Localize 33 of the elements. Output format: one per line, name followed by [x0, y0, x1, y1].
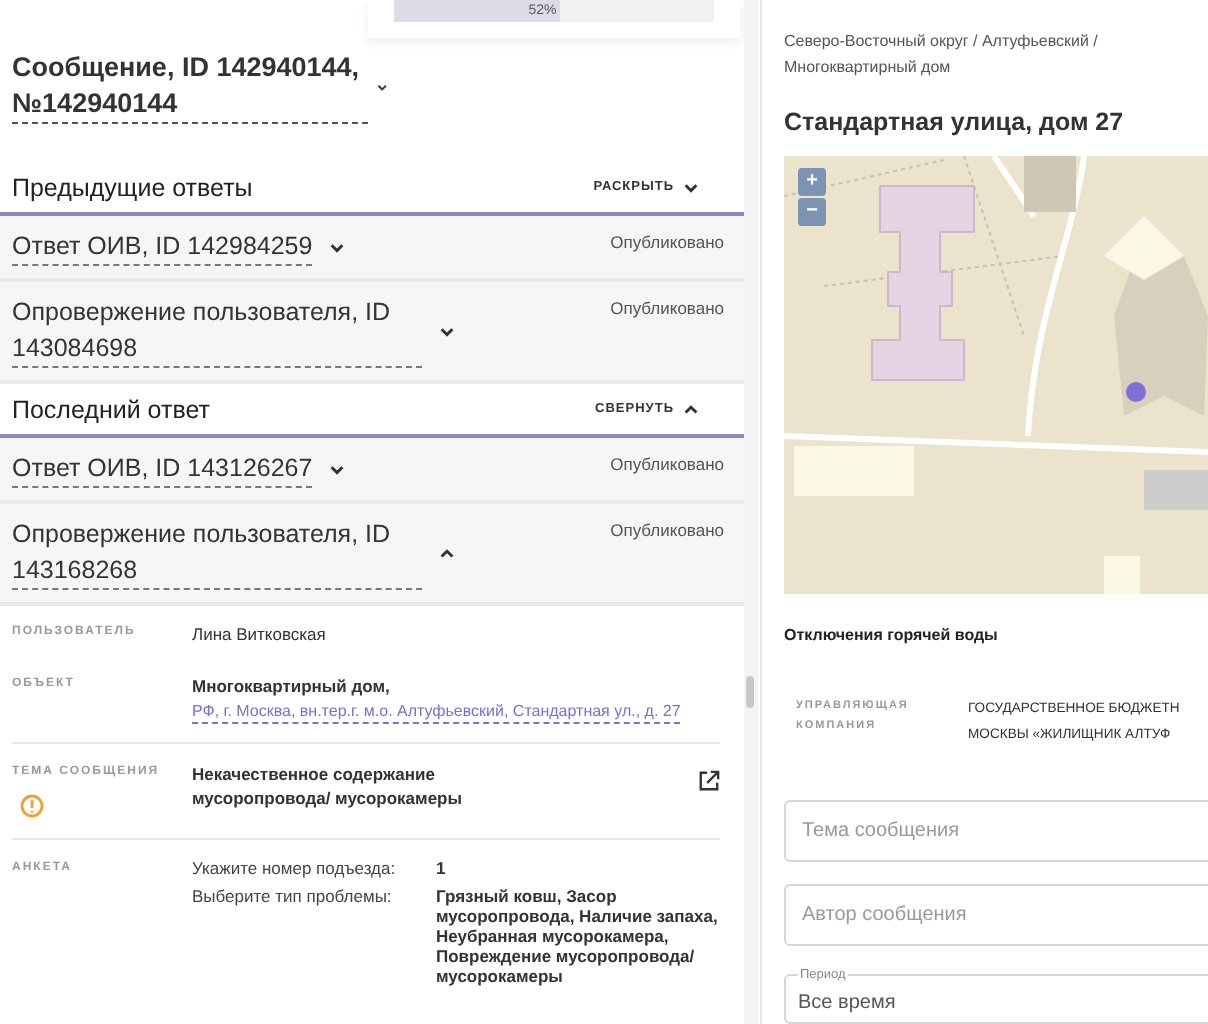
section-title: Предыдущие ответы — [12, 173, 253, 201]
warning-icon — [20, 793, 44, 817]
address-heading: Стандартная улица, дом 27 — [784, 108, 1126, 136]
chevron-icon — [682, 178, 700, 196]
response-title[interactable]: Опровержение пользователя, ID 143084698 — [12, 294, 456, 368]
chevron-icon — [438, 544, 456, 562]
response-status: Опубликовано — [610, 230, 724, 256]
chevron-icon — [682, 400, 700, 418]
breadcrumb: Северо-Восточный округ / Алтуфьевский / Многоквартирный дом — [784, 30, 1100, 80]
address-link[interactable]: РФ, г. Москва, вн.тер.г. м.о. Алтуфьевский, Стандартная ул., д. 27 — [192, 699, 681, 723]
survey-question: Укажите номер подъезда: — [192, 857, 398, 877]
filter-field[interactable]: Тема сообщения — [784, 799, 1208, 862]
survey-answer: Грязный ковш, Засор мусоропровода, Наличие запаха, Неубранная мусорокамера, Повреждение мусоропровода/ мусорокамеры — [436, 885, 720, 985]
section-title: Последний ответ — [12, 395, 210, 423]
response-title[interactable]: Опровержение пользователя, ID 143168268 — [12, 516, 456, 590]
user-name: Лина Витковская — [192, 622, 328, 646]
outage-title: Отключения горячей воды — [784, 625, 1000, 644]
chevron-icon — [328, 238, 347, 256]
response-title[interactable]: Ответ ОИВ, ID 142984259 — [12, 228, 347, 266]
survey-question: Выберите тип проблемы: — [192, 885, 394, 910]
location-marker — [1126, 382, 1146, 402]
message-title[interactable]: Сообщение, ID 142940144, №142940144 — [12, 50, 388, 124]
response-status: Опубликовано — [610, 518, 724, 544]
topic-value: Некачественное содержание мусоропровода/ мусорокамеры — [192, 761, 464, 812]
response-status: Опубликовано — [610, 452, 724, 478]
object-value: Многоквартирный дом, РФ, г. Москва, вн.тер.г. м.о. Алтуфьевский, Стандартная ул., д. 27 — [192, 674, 683, 723]
chevron-icon — [438, 322, 456, 340]
external-link-icon[interactable] — [698, 769, 720, 791]
response-title[interactable]: Ответ ОИВ, ID 143126267 — [12, 450, 347, 488]
chevron-icon — [328, 460, 347, 478]
filter-field[interactable]: Автор сообщения — [784, 883, 1208, 946]
response-status: Опубликовано — [610, 296, 724, 322]
survey-answer: 1 — [436, 857, 448, 877]
